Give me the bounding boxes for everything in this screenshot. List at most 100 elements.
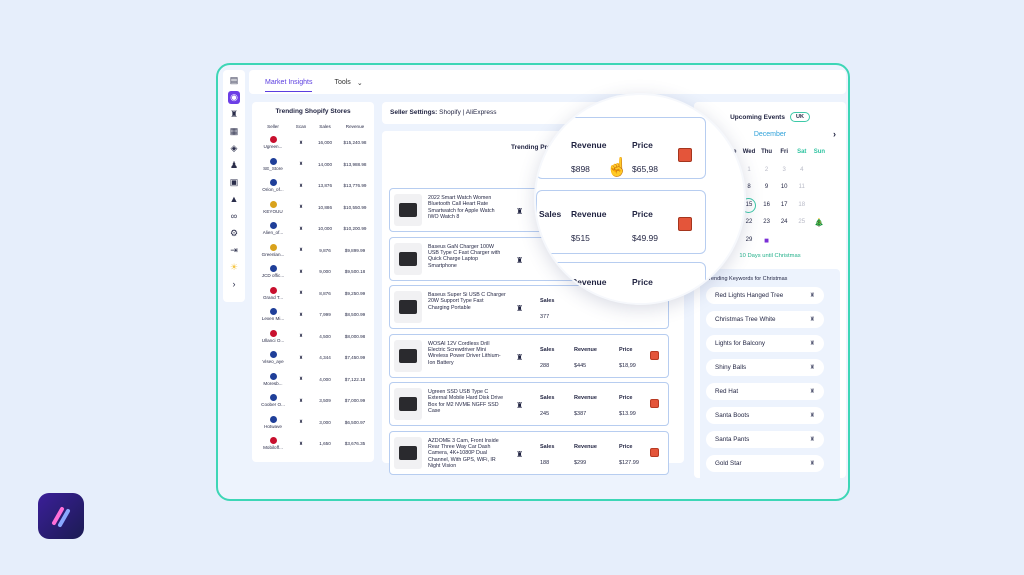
table-row[interactable]: Viseo_aye ♜ 4,344 $7,450.99: [255, 347, 371, 369]
box-icon[interactable]: ▣: [228, 176, 240, 189]
box-icon[interactable]: [678, 148, 692, 162]
calendar-day[interactable]: 4: [793, 163, 811, 179]
gear-icon[interactable]: ⚙: [228, 227, 240, 240]
scan-icon[interactable]: ♜: [291, 398, 311, 404]
sales-cell: 4,500: [319, 333, 331, 339]
scan-icon[interactable]: ♜: [291, 140, 311, 146]
revenue-cell: $8,500.99: [344, 312, 366, 318]
calendar-day[interactable]: 16: [758, 198, 776, 214]
scan-icon[interactable]: ♜: [291, 290, 311, 296]
revenue-value: $515: [571, 233, 590, 243]
calendar-day[interactable]: 29: [740, 233, 758, 249]
table-row[interactable]: Alien_of... ♜ 10,000 $10,200.99: [255, 218, 371, 240]
keyword-label: Santa Boots: [715, 412, 750, 419]
flag-icon: [269, 286, 277, 294]
spy-icon[interactable]: ♜: [810, 460, 815, 467]
spy-icon[interactable]: ♜: [810, 388, 815, 395]
revenue-cell: $6,500.97: [344, 419, 366, 425]
calendar-day[interactable]: 11: [793, 180, 811, 196]
table-row[interactable]: Ugreen... ♜ 16,000 $15,240.98: [255, 132, 371, 154]
keyword-item[interactable]: Santa Pants ♜: [706, 431, 824, 448]
users-icon[interactable]: ♟: [228, 159, 240, 172]
chevron-down-icon: ⌄: [356, 79, 363, 87]
spy-icon[interactable]: ♜: [516, 401, 523, 410]
table-row[interactable]: KEYOUU ♜ 10,886 $10,550.99: [255, 197, 371, 219]
spy-icon[interactable]: ♜: [810, 364, 815, 371]
spy-icon[interactable]: ♜: [228, 108, 240, 121]
logout-icon[interactable]: ⇥: [228, 244, 240, 257]
table-row[interactable]: SE_Store ♜ 14,000 $13,988.98: [255, 154, 371, 176]
table-row[interactable]: Lexen Mi... ♜ 7,999 $8,500.99: [255, 304, 371, 326]
spy-icon[interactable]: ♜: [516, 450, 523, 459]
scan-icon[interactable]: ♜: [291, 226, 311, 232]
spy-icon[interactable]: ♜: [516, 353, 523, 362]
revenue-label: Revenue: [574, 346, 597, 353]
chevron-right-icon[interactable]: ›: [228, 278, 240, 291]
spy-icon[interactable]: ♜: [516, 207, 523, 216]
keyword-item[interactable]: Red Lights Hanged Tree ♜: [706, 287, 824, 304]
scan-icon[interactable]: ♜: [291, 419, 311, 425]
tab-tools[interactable]: Tools ⌄: [334, 73, 362, 92]
scan-icon[interactable]: ♜: [291, 183, 311, 189]
spy-icon[interactable]: ♜: [810, 316, 815, 323]
scan-icon[interactable]: ♜: [291, 204, 311, 210]
calendar-day[interactable]: 23: [758, 215, 776, 231]
calendar-day[interactable]: 3: [775, 163, 793, 179]
next-month-icon[interactable]: ›: [833, 129, 836, 139]
scan-icon[interactable]: ♜: [291, 312, 311, 318]
calendar-day[interactable]: 9: [758, 180, 776, 196]
scan-icon[interactable]: ♜: [291, 441, 311, 447]
table-row[interactable]: Grand T... ♜ 8,876 $9,250.99: [255, 283, 371, 305]
scan-icon[interactable]: ♜: [291, 269, 311, 275]
product-card[interactable]: Ugreen SSD USB Type C External Mobile Ha…: [389, 382, 669, 426]
product-card[interactable]: WOSAI 12V Cordless Drill Electric Screwd…: [389, 333, 669, 378]
keyword-item[interactable]: Christmas Tree White ♜: [706, 311, 824, 328]
graduation-icon[interactable]: ▲: [228, 193, 240, 206]
scan-icon[interactable]: ♜: [291, 355, 311, 361]
box-icon[interactable]: [650, 350, 659, 360]
table-row[interactable]: Mobiloff... ♜ 1,650 $3,676.35: [255, 433, 371, 455]
calendar-day[interactable]: 25: [793, 215, 811, 231]
scan-icon[interactable]: ♜: [291, 247, 311, 253]
diamond-icon[interactable]: ◈: [228, 142, 240, 155]
calendar-day[interactable]: 2: [758, 163, 776, 179]
store-icon[interactable]: ▤: [228, 74, 240, 87]
box-icon[interactable]: [678, 217, 692, 231]
revenue-cell: $7,122.18: [344, 376, 366, 382]
table-row[interactable]: Greenlan... ♜ 9,876 $9,899.99: [255, 240, 371, 262]
keyword-item[interactable]: Red Hat ♜: [706, 383, 824, 400]
scan-icon[interactable]: ♜: [291, 161, 311, 167]
keyword-item[interactable]: Santa Boots ♜: [706, 407, 824, 424]
table-row[interactable]: Orion_of... ♜ 13,876 $13,776.99: [255, 175, 371, 197]
sun-icon[interactable]: ☀: [228, 261, 240, 274]
spy-icon[interactable]: ♜: [516, 304, 523, 313]
calendar-day[interactable]: 24: [775, 215, 793, 231]
box-icon[interactable]: [650, 447, 659, 457]
spy-icon[interactable]: ♜: [516, 256, 523, 265]
building-icon[interactable]: ▦: [228, 125, 240, 138]
keyword-item[interactable]: Gold Star ♜: [706, 455, 824, 472]
scan-icon[interactable]: ♜: [291, 333, 311, 339]
market-insights-icon[interactable]: ◉: [228, 91, 240, 104]
keyword-item[interactable]: Lights for Balcony ♜: [706, 335, 824, 352]
spy-icon[interactable]: ♜: [810, 436, 815, 443]
link-icon[interactable]: ∞: [228, 210, 240, 223]
tab-market-insights[interactable]: Market Insights: [265, 73, 313, 92]
calendar-day[interactable]: 18: [793, 198, 811, 214]
keyword-item[interactable]: Shiny Balls ♜: [706, 359, 824, 376]
region-badge[interactable]: UK: [789, 112, 810, 122]
calendar-day[interactable]: 10: [775, 180, 793, 196]
spy-icon[interactable]: ♜: [810, 292, 815, 299]
table-row[interactable]: JCD offic... ♜ 9,000 $9,500.18: [255, 261, 371, 283]
table-row[interactable]: Hotwave ♜ 3,000 $6,500.97: [255, 412, 371, 434]
spy-icon[interactable]: ♜: [810, 412, 815, 419]
scan-icon[interactable]: ♜: [291, 376, 311, 382]
product-card[interactable]: AZDOME 3 Cam, Front Inside Rear Three Wa…: [389, 430, 669, 475]
spy-icon[interactable]: ♜: [810, 340, 815, 347]
box-icon[interactable]: [650, 399, 659, 408]
table-row[interactable]: Coober O... ♜ 3,509 $7,000.99: [255, 390, 371, 412]
calendar-day[interactable]: 17: [775, 198, 793, 214]
table-row[interactable]: Moresb... ♜ 4,000 $7,122.18: [255, 369, 371, 391]
calendar-day: [793, 233, 811, 249]
table-row[interactable]: Ullanci O... ♜ 4,500 $8,000.98: [255, 326, 371, 348]
